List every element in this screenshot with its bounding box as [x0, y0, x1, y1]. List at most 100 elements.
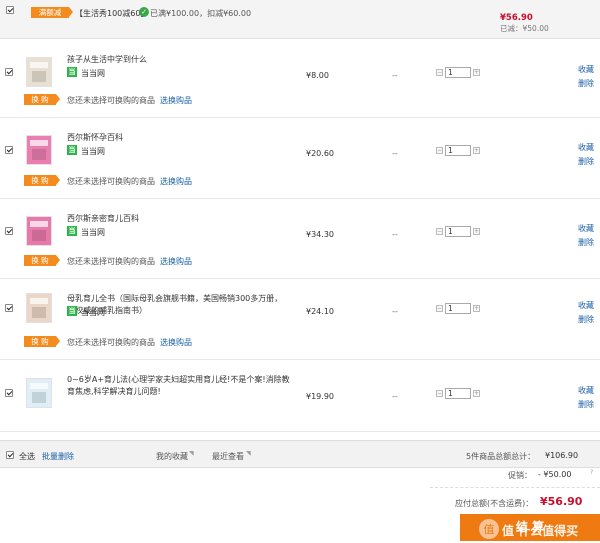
swap-text: 您还未选择可换购的商品	[67, 177, 155, 186]
qty-plus-button[interactable]: +	[473, 390, 480, 397]
book-cover[interactable]	[26, 216, 52, 246]
item-title[interactable]: 西尔斯亲密育儿百科	[67, 213, 139, 224]
watermark-logo: 值 值 什么值得买	[478, 517, 600, 541]
promo-price: ¥56.90	[500, 13, 533, 23]
item-price: ¥19.90	[306, 392, 334, 401]
shop-icon: 当	[67, 145, 77, 155]
cart-item-row: 孩子从生活中学到什么 当 当当网 ¥8.00 -- − 1 + 收藏 删除 换 …	[0, 39, 600, 118]
qty-input[interactable]: 1	[445, 145, 471, 156]
batch-delete-link[interactable]: 批量删除	[42, 451, 74, 462]
corner-arrow-icon: ◥	[189, 450, 194, 457]
item-checkbox[interactable]	[5, 146, 13, 154]
qty-plus-button[interactable]: +	[473, 147, 480, 154]
footer-toolbar: 全选 批量删除 我的收藏 ◥ 最近查看 ◥ 5件商品总额总计： ¥106.90	[0, 440, 600, 468]
shop-name[interactable]: 当当网	[81, 227, 105, 238]
qty-input[interactable]: 1	[445, 388, 471, 399]
pay-value: ¥56.90	[540, 495, 583, 508]
favorite-link[interactable]: 收藏	[578, 142, 594, 153]
shop-name[interactable]: 当当网	[81, 307, 105, 318]
qty-input[interactable]: 1	[445, 226, 471, 237]
shop-icon: 当	[67, 226, 77, 236]
svg-text:值: 值	[484, 523, 495, 536]
qty-input[interactable]: 1	[445, 67, 471, 78]
cart-item-row: 母乳育儿全书（国际母乳会旗舰书籍，美国畅销300多万册， 最权威的哺乳指南书） …	[0, 278, 600, 360]
cart-item-row: 0~6岁A+育儿法(心理学家夫妇超实用育儿经!不是个案!消除教 育焦虑,科学解决…	[0, 359, 600, 432]
item-title-line2[interactable]: 最权威的哺乳指南书）	[67, 305, 147, 316]
qty-minus-button[interactable]: −	[436, 69, 443, 76]
book-cover-icon	[30, 298, 48, 318]
item-checkbox[interactable]	[5, 68, 13, 76]
swap-tag: 换 购	[24, 94, 60, 105]
cart-item-row: 西尔斯怀孕百科 当 当当网 ¥20.60 -- − 1 + 收藏 删除 换 购 …	[0, 117, 600, 199]
item-discount: --	[392, 230, 398, 239]
item-title[interactable]: 西尔斯怀孕百科	[67, 132, 123, 143]
total-value: ¥106.90	[545, 451, 579, 460]
select-all-checkbox[interactable]	[6, 451, 14, 459]
promo-value: - ¥50.00	[538, 470, 572, 479]
book-cover-icon	[30, 221, 48, 241]
swap-text: 您还未选择可换购的商品	[67, 96, 155, 105]
swap-tag: 换 购	[24, 255, 60, 266]
swap-link[interactable]: 选换购品	[160, 256, 192, 267]
item-checkbox[interactable]	[5, 227, 13, 235]
recent-link[interactable]: 最近查看	[212, 451, 244, 462]
pay-label: 应付总额(不含运费)：	[455, 499, 534, 508]
item-price: ¥34.30	[306, 230, 334, 239]
item-discount: --	[392, 71, 398, 80]
shop-icon: 当	[67, 67, 77, 77]
book-cover[interactable]	[26, 293, 52, 323]
swap-text: 您还未选择可换购的商品	[67, 257, 155, 266]
qty-plus-button[interactable]: +	[473, 228, 480, 235]
promo-label: 促销：	[508, 471, 532, 480]
favorite-link[interactable]: 收藏	[578, 223, 594, 234]
promo-title: 【生活秀100减60】	[75, 9, 149, 18]
item-discount: --	[392, 149, 398, 158]
book-cover-icon	[30, 383, 48, 403]
swap-tag: 换 购	[24, 336, 60, 347]
item-price: ¥24.10	[306, 307, 334, 316]
item-checkbox[interactable]	[5, 304, 13, 312]
favorite-link[interactable]: 收藏	[578, 300, 594, 311]
item-title-line2[interactable]: 育焦虑,科学解决育儿问题!	[67, 386, 161, 397]
divider	[430, 487, 600, 488]
item-price: ¥20.60	[306, 149, 334, 158]
book-cover-icon	[30, 140, 48, 160]
item-discount: --	[392, 307, 398, 316]
swap-link[interactable]: 选换购品	[160, 95, 192, 106]
select-all-label[interactable]: 全选	[19, 451, 35, 462]
item-title[interactable]: 孩子从生活中学到什么	[67, 54, 147, 65]
delete-link[interactable]: 删除	[578, 237, 594, 248]
delete-link[interactable]: 删除	[578, 314, 594, 325]
qty-minus-button[interactable]: −	[436, 305, 443, 312]
swap-link[interactable]: 选换购品	[160, 176, 192, 187]
promo-saved: 已减：¥50.00	[500, 24, 549, 33]
qty-minus-button[interactable]: −	[436, 147, 443, 154]
shop-name[interactable]: 当当网	[81, 146, 105, 157]
delete-link[interactable]: 删除	[578, 399, 594, 410]
item-title[interactable]: 母乳育儿全书（国际母乳会旗舰书籍，美国畅销300多万册，	[67, 293, 282, 304]
favorite-link[interactable]: 收藏	[578, 385, 594, 396]
item-price: ¥8.00	[306, 71, 329, 80]
book-cover[interactable]	[26, 57, 52, 87]
favorites-link[interactable]: 我的收藏	[156, 451, 188, 462]
promo-bar: 满额减 【生活秀100减60】 ✓ 已满¥100.00，扣减¥60.00 ¥56…	[0, 0, 600, 39]
check-icon: ✓	[139, 7, 149, 17]
swap-link[interactable]: 选换购品	[160, 337, 192, 348]
qty-minus-button[interactable]: −	[436, 390, 443, 397]
count-label: 5件商品总额总计：	[466, 452, 536, 461]
delete-link[interactable]: 删除	[578, 78, 594, 89]
shop-name[interactable]: 当当网	[81, 68, 105, 79]
qty-minus-button[interactable]: −	[436, 228, 443, 235]
promo-condition: 已满¥100.00，扣减¥60.00	[150, 9, 252, 18]
book-cover[interactable]	[26, 378, 52, 408]
swap-tag: 换 购	[24, 175, 60, 186]
book-cover[interactable]	[26, 135, 52, 165]
delete-link[interactable]: 删除	[578, 156, 594, 167]
item-title[interactable]: 0~6岁A+育儿法(心理学家夫妇超实用育儿经!不是个案!消除教	[67, 374, 290, 385]
item-checkbox[interactable]	[5, 389, 13, 397]
qty-input[interactable]: 1	[445, 303, 471, 314]
qty-plus-button[interactable]: +	[473, 305, 480, 312]
promo-checkbox[interactable]	[6, 6, 14, 14]
favorite-link[interactable]: 收藏	[578, 64, 594, 75]
qty-plus-button[interactable]: +	[473, 69, 480, 76]
